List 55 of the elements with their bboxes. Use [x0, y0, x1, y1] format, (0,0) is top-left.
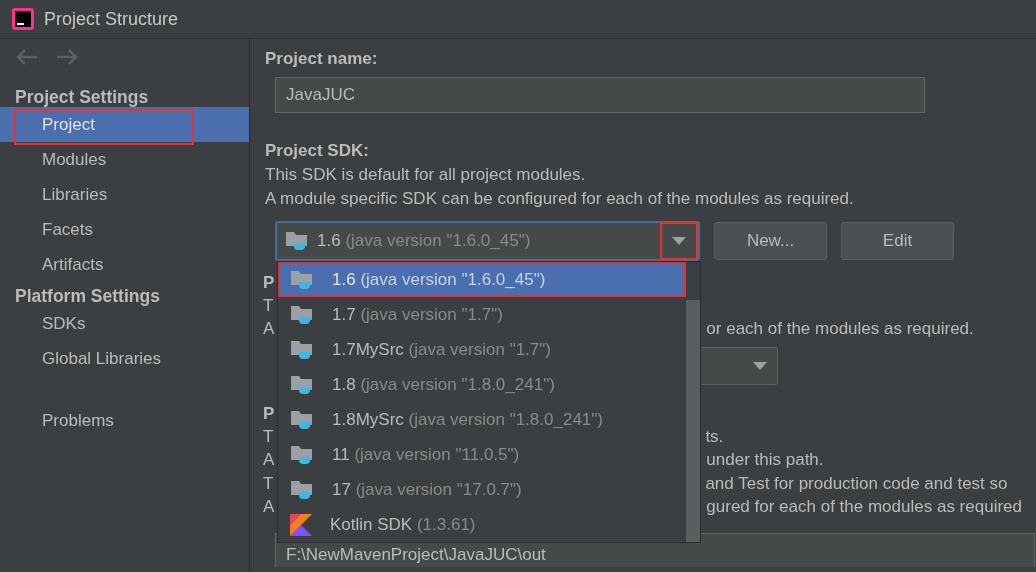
language-level-dropdown[interactable]: [700, 347, 778, 385]
description-text: or each of the modules as required.: [706, 319, 974, 340]
sidebar-item[interactable]: Global Libraries: [0, 341, 249, 376]
description-text: A: [263, 497, 275, 518]
sidebar-item[interactable]: Artifacts: [0, 247, 249, 282]
sdk-option[interactable]: 11 (java version "11.0.5"): [278, 437, 686, 472]
section-heading: Project SDK:: [265, 140, 370, 162]
description-text: A: [263, 319, 275, 340]
folder-cup-icon: [285, 230, 309, 252]
folder-cup-icon: [290, 303, 314, 326]
section-heading: P: [263, 404, 275, 424]
sidebar-item[interactable]: SDKs: [0, 306, 249, 341]
description-text: and Test for production code and test so: [705, 473, 1008, 494]
sidebar-item[interactable]: Libraries: [0, 177, 249, 212]
description-text: A module specific SDK can be configured for each of the modules as required.: [265, 188, 855, 210]
description-text: T: [263, 426, 274, 447]
folder-cup-icon: [290, 268, 314, 291]
folder-cup-icon: [290, 373, 314, 396]
sdk-option[interactable]: 1.8 (java version "1.8.0_241"): [278, 367, 686, 402]
sidebar-item[interactable]: Facets: [0, 212, 249, 247]
folder-cup-icon: [290, 408, 314, 431]
description-text: This SDK is default for all project modules.: [265, 164, 587, 186]
field-label: Project name:: [265, 48, 379, 70]
folder-cup-icon: [290, 338, 314, 361]
dialog-button[interactable]: Edit: [841, 222, 954, 260]
scrollbar-thumb[interactable]: [686, 300, 700, 542]
sidebar-item[interactable]: Modules: [0, 142, 249, 177]
dialog-button[interactable]: New...: [714, 222, 827, 260]
sdk-option[interactable]: 17 (java version "17.0.7"): [278, 472, 686, 507]
section-heading: P: [263, 273, 275, 293]
sidebar-item[interactable]: Project: [0, 107, 249, 142]
folder-cup-icon: [290, 443, 314, 466]
window-title: Project Structure: [44, 8, 179, 30]
sdk-option[interactable]: 1.7MySrc (java version "1.7"): [278, 332, 686, 367]
sidebar-heading: Project Settings: [14, 87, 150, 107]
project-name-field[interactable]: JavaJUC: [275, 77, 925, 113]
back-arrow-icon[interactable]: [16, 49, 38, 65]
sidebar-item[interactable]: Problems: [0, 403, 249, 438]
sidebar-heading: Platform Settings: [14, 286, 161, 306]
description-text: under this path.: [706, 450, 824, 471]
kotlin-logo-icon: [290, 513, 312, 536]
description-text: T: [263, 295, 274, 316]
sdk-dropdown[interactable]: 1.6 (java version "1.6.0_45"): [275, 221, 700, 261]
app-logo-icon: [12, 8, 34, 30]
description-text: gured for each of the modules as required: [706, 497, 1022, 518]
dropdown-arrow-icon[interactable]: [660, 222, 698, 260]
sdk-option[interactable]: 1.7 (java version "1.7"): [278, 297, 686, 332]
description-text: ts.: [705, 426, 724, 447]
description-text: A: [263, 450, 275, 471]
description-text: T: [263, 473, 274, 494]
folder-cup-icon: [290, 478, 314, 501]
sdk-option[interactable]: 1.6 (java version "1.6.0_45"): [278, 262, 686, 297]
sdk-option[interactable]: 1.8MySrc (java version "1.8.0_241"): [278, 402, 686, 437]
forward-arrow-icon[interactable]: [56, 49, 78, 65]
dropdown-arrow-icon[interactable]: [753, 362, 767, 370]
